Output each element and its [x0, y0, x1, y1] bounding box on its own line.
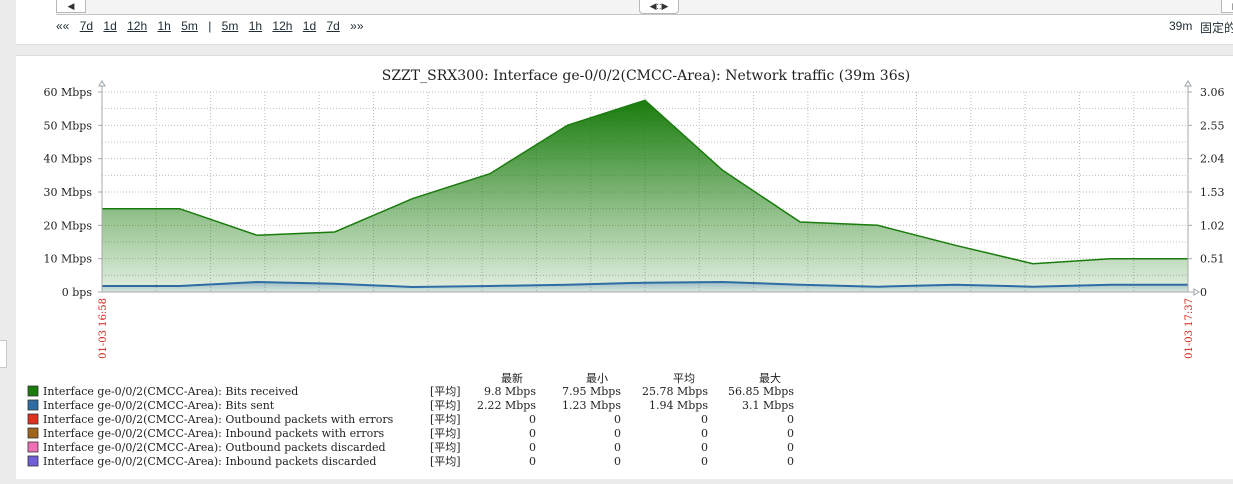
legend-item-value: 0 [614, 427, 621, 440]
legend-swatch [27, 385, 39, 397]
legend-header-0: 最新 [501, 371, 523, 385]
period-back-1d[interactable]: 1d [103, 19, 116, 33]
y-tick-label-right: 0.51 [1200, 253, 1225, 266]
graph-card: SZZT_SRX300: Interface ge-0/0/2(CMCC-Are… [16, 55, 1233, 479]
legend-item-value: 0 [529, 455, 536, 468]
legend-item-function: [平均] [430, 399, 461, 412]
period-back-7d[interactable]: 7d [80, 19, 93, 33]
legend-item-value: 9.8 Mbps [484, 385, 536, 398]
legend-item-value: 0 [614, 455, 621, 468]
y-tick-label-right: 0 [1200, 286, 1207, 299]
legend-item-value: 0 [787, 413, 794, 426]
period-fwd-1h[interactable]: 1h [249, 19, 262, 33]
period-fwd-5m[interactable]: 5m [222, 19, 239, 33]
legend-item-value: 0 [787, 455, 794, 468]
legend-item-value: 3.1 Mbps [742, 399, 794, 412]
legend-item-value: 1.94 Mbps [649, 399, 708, 412]
legend-item-value: 0 [614, 441, 621, 454]
y-tick-label-right: 2.55 [1200, 119, 1225, 132]
legend-item-value: 0 [787, 441, 794, 454]
legend-item-function: [平均] [430, 413, 461, 426]
x-tick-label-0: 01-03 16:58 [98, 298, 109, 359]
legend-item-function: [平均] [430, 441, 461, 454]
time-scrollbar[interactable]: ◀ ◀::▶ ▶ [56, 0, 1233, 15]
legend-item-function: [平均] [430, 385, 461, 398]
x-tick-label-1: 01-03 17:37 [1184, 298, 1195, 359]
legend-item-name: Interface ge-0/0/2(CMCC-Area): Bits rece… [43, 385, 298, 398]
y-axis-right-arrow [1184, 80, 1192, 87]
period-separator: | [208, 19, 212, 33]
legend-item-value: 1.23 Mbps [562, 399, 621, 412]
y-axis-left-arrow [98, 80, 106, 87]
chart-legend: 最新 最小 平均 最大 Interface ge-0/0/2(CMCC-Area): B… [27, 371, 794, 468]
period-fwd-all[interactable]: »» [350, 19, 363, 33]
y-tick-label-left: 20 Mbps [44, 219, 93, 232]
legend-swatch [27, 455, 39, 467]
legend-item-name: Interface ge-0/0/2(CMCC-Area): Bits sent [43, 399, 275, 412]
legend-item-name: Interface ge-0/0/2(CMCC-Area): Inbound p… [43, 455, 376, 468]
y-tick-label-left: 30 Mbps [44, 186, 93, 199]
legend-item-name: Interface ge-0/0/2(CMCC-Area): Outbound … [43, 441, 386, 454]
time-navigation-bar: ◀ ◀::▶ ▶ «« 7d 1d 12h 1h 5m | 5m 1h 12h … [16, 0, 1233, 45]
y-tick-label-left: 40 Mbps [44, 153, 93, 166]
legend-item-value: 0 [787, 427, 794, 440]
y-tick-label-left: 0 bps [62, 286, 93, 299]
legend-item-value: 0 [701, 455, 708, 468]
y-tick-label-left: 60 Mbps [44, 86, 93, 99]
x-axis-arrow [1193, 288, 1200, 296]
legend-swatch [27, 441, 39, 453]
legend-item-value: 0 [529, 427, 536, 440]
legend-item-value: 0 [529, 413, 536, 426]
side-panel-edge [0, 340, 7, 368]
period-fwd-7d[interactable]: 7d [326, 19, 339, 33]
y-tick-label-left: 10 Mbps [44, 253, 93, 266]
legend-item-value: 0 [529, 441, 536, 454]
y-tick-label-right: 3.06 [1200, 86, 1225, 99]
legend-item-value: 25.78 Mbps [642, 385, 708, 398]
legend-item-value: 56.85 Mbps [728, 385, 794, 398]
legend-item-value: 2.22 Mbps [477, 399, 536, 412]
duration-label: 39m [1169, 19, 1193, 33]
fixed-period-toggle[interactable]: 固定的 [1200, 19, 1233, 36]
legend-item-name: Interface ge-0/0/2(CMCC-Area): Inbound p… [43, 427, 385, 440]
y-tick-label-left: 50 Mbps [44, 119, 93, 132]
legend-item-value: 0 [614, 413, 621, 426]
legend-item-value: 0 [701, 413, 708, 426]
period-back-1h[interactable]: 1h [157, 19, 170, 33]
legend-header-1: 最小 [586, 372, 608, 385]
legend-item-value: 0 [701, 441, 708, 454]
chart-title: SZZT_SRX300: Interface ge-0/0/2(CMCC-Are… [382, 68, 911, 84]
period-back-5m[interactable]: 5m [181, 19, 198, 33]
period-back-all[interactable]: «« [56, 19, 69, 33]
legend-swatch [27, 399, 39, 411]
period-selector: «« 7d 1d 12h 1h 5m | 5m 1h 12h 1d 7d »» [56, 19, 371, 33]
y-tick-label-right: 2.04 [1200, 153, 1225, 166]
y-tick-label-right: 1.02 [1200, 219, 1225, 232]
legend-header-3: 最大 [759, 371, 781, 385]
legend-item-name: Interface ge-0/0/2(CMCC-Area): Outbound … [43, 413, 394, 426]
network-traffic-chart: SZZT_SRX300: Interface ge-0/0/2(CMCC-Are… [27, 68, 1225, 468]
period-fwd-1d[interactable]: 1d [303, 19, 316, 33]
legend-swatch [27, 413, 39, 425]
period-back-12h[interactable]: 12h [127, 19, 147, 33]
legend-item-value: 7.95 Mbps [562, 385, 621, 398]
legend-item-value: 0 [701, 427, 708, 440]
legend-header-2: 平均 [673, 372, 695, 385]
legend-item-function: [平均] [430, 455, 461, 468]
y-tick-label-right: 1.53 [1200, 186, 1225, 199]
scroll-right-button[interactable]: ▶ [1221, 0, 1233, 13]
period-fwd-12h[interactable]: 12h [272, 19, 292, 33]
legend-swatch [27, 427, 39, 439]
scroll-handle[interactable]: ◀::▶ [639, 0, 679, 14]
legend-item-function: [平均] [430, 427, 461, 440]
scroll-left-button[interactable]: ◀ [56, 0, 86, 13]
